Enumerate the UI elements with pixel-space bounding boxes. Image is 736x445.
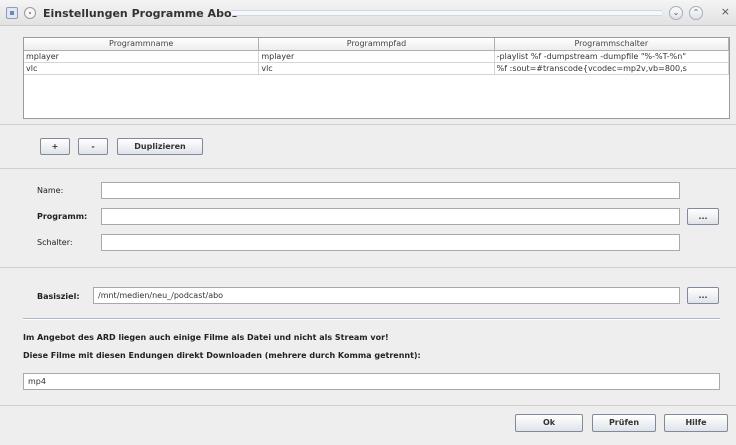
table-cell[interactable]: -playlist %f -dumpstream -dumpfile "%-%T… <box>495 51 729 62</box>
switch-label: Schalter: <box>37 238 73 247</box>
title-bar: Einstellungen Programme Abos ⌄ ⌃ × <box>0 0 736 26</box>
title-bar-grip <box>232 10 662 16</box>
add-button[interactable]: + <box>40 138 70 155</box>
ok-button[interactable]: Ok <box>515 414 583 432</box>
table-row[interactable]: mplayer mplayer -playlist %f -dumpstream… <box>24 51 729 63</box>
help-button[interactable]: Hilfe <box>664 414 728 432</box>
table-cell[interactable]: %f :sout=#transcode{vcodec=mp2v,vb=800,s <box>495 63 729 74</box>
target-label: Basisziel: <box>37 292 80 301</box>
column-header-programmname[interactable]: Programmname <box>24 38 260 50</box>
info-text-line-1: Im Angebot des ARD liegen auch einige Fi… <box>23 333 389 342</box>
target-browse-button[interactable]: ... <box>687 287 719 304</box>
minimize-icon[interactable]: ⌄ <box>669 6 683 20</box>
table-cell[interactable]: vlc <box>259 63 495 74</box>
section-divider <box>0 405 736 406</box>
close-icon[interactable]: × <box>721 5 730 18</box>
table-cell[interactable]: mplayer <box>259 51 495 62</box>
name-field[interactable] <box>101 182 680 199</box>
table-row[interactable]: vlc vlc %f :sout=#transcode{vcodec=mp2v,… <box>24 63 729 75</box>
column-header-programmschalter[interactable]: Programmschalter <box>495 38 729 50</box>
table-cell[interactable]: mplayer <box>24 51 260 62</box>
extensions-field[interactable]: mp4 <box>23 373 720 390</box>
separator <box>23 318 720 320</box>
section-divider <box>0 124 736 125</box>
switch-field[interactable] <box>101 234 680 251</box>
program-field[interactable] <box>101 208 680 225</box>
column-header-programmpfad[interactable]: Programmpfad <box>259 38 495 50</box>
info-text-line-2: Diese Filme mit diesen Endungen direkt D… <box>23 351 421 360</box>
pin-icon[interactable] <box>24 7 36 19</box>
programs-table[interactable]: Programmname Programmpfad Programmschalt… <box>23 37 730 119</box>
program-label: Programm: <box>37 212 88 221</box>
section-divider <box>0 168 736 169</box>
window-title: Einstellungen Programme Abos <box>43 7 239 20</box>
section-divider <box>0 267 736 268</box>
check-button[interactable]: Prüfen <box>592 414 656 432</box>
table-header: Programmname Programmpfad Programmschalt… <box>24 38 729 51</box>
target-directory-field[interactable]: /mnt/medien/neu_/podcast/abo <box>93 287 680 304</box>
program-browse-button[interactable]: ... <box>687 208 719 225</box>
duplicate-button[interactable]: Duplizieren <box>117 138 203 155</box>
remove-button[interactable]: - <box>78 138 108 155</box>
window-icon[interactable] <box>6 7 18 19</box>
maximize-icon[interactable]: ⌃ <box>689 6 703 20</box>
name-label: Name: <box>37 186 64 195</box>
table-cell[interactable]: vlc <box>24 63 260 74</box>
